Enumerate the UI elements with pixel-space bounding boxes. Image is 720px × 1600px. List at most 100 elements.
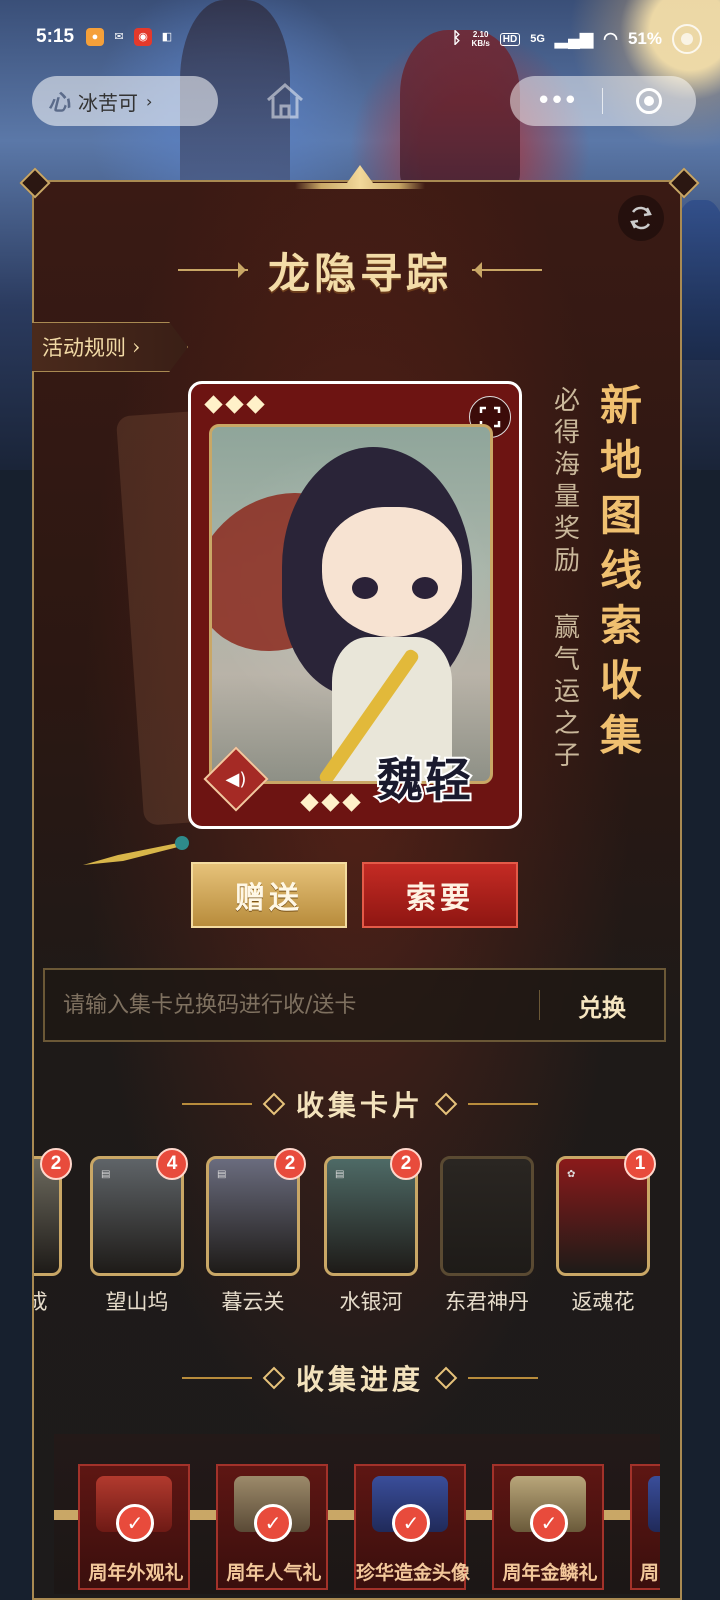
app-notification-icon: ● (86, 28, 104, 46)
progress-rewards: ✓ 周年外观礼 ✓ 周年人气礼 ✓ 珍华造金头像 ✓ 周年金鳞礼 周 (54, 1434, 660, 1594)
close-miniprogram-button[interactable] (603, 88, 695, 114)
checkmark-icon: ✓ (254, 1504, 292, 1542)
title-rule-left (181, 1103, 252, 1105)
card-illustration (209, 424, 493, 784)
account-name: 冰苦可 (78, 90, 139, 115)
reward-label: 周年金鳞礼 (502, 1562, 598, 1584)
net-speed: 2.10 KB/s (472, 30, 490, 48)
checkmark-icon: ✓ (116, 1504, 154, 1542)
reward-label: 周年人气礼 (226, 1562, 322, 1584)
reward-item[interactable]: 周 (630, 1464, 660, 1590)
card-thumbnail-mark: ▤ (335, 1169, 345, 1180)
card-name: 水银河 (339, 1290, 403, 1314)
refresh-button[interactable] (618, 195, 664, 241)
progress-section-title: 收集进度 (180, 1358, 540, 1398)
title-arrow-right (472, 262, 542, 278)
game-controller-icon: ◧ (161, 31, 173, 43)
status-indicators: ᛒ 2.10 KB/s HD 5G ▂▄▆ ◠ 51% (452, 24, 702, 54)
battery-icon (672, 24, 702, 54)
app-logo-icon: 心 (48, 91, 71, 116)
redeem-code-bar: 兑换 (43, 968, 666, 1042)
card-name: 暮云关 (221, 1290, 285, 1314)
event-title-row: 龙隐寻踪 (150, 240, 570, 300)
card-count-badge: 4 (156, 1148, 188, 1180)
hd-badge: HD (499, 32, 521, 46)
reward-label: 珍华造金头像 (356, 1562, 471, 1584)
title-arrow-left (177, 262, 248, 278)
title-diamond-icon (434, 1366, 458, 1390)
reward-item[interactable]: ✓ 珍华造金头像 (354, 1464, 471, 1590)
tassel-ornament (83, 836, 189, 865)
diamond-icon (300, 793, 319, 812)
checkmark-icon: ✓ (530, 1504, 568, 1542)
card-name: 返魂花 (571, 1290, 635, 1314)
activity-rules-button[interactable]: 活动规则 › (32, 322, 188, 372)
checkmark-icon: ✓ (392, 1504, 430, 1542)
character-face (322, 507, 462, 637)
diamond-icon (342, 793, 361, 812)
battery-percent: 51% (627, 29, 662, 48)
card-count-badge: 2 (390, 1148, 422, 1180)
character-card[interactable]: ◀) 魏轻 (188, 381, 522, 829)
card-thumbnail-mark: ▤ (217, 1169, 227, 1180)
card-rarity-top (204, 395, 265, 414)
status-time: 5:15 (36, 26, 75, 47)
character-name: 魏轻 (375, 751, 473, 809)
title-rule-left (181, 1377, 252, 1379)
close-target-icon (636, 88, 662, 114)
reward-item[interactable]: ✓ 周年人气礼 (216, 1464, 328, 1590)
title-rule-right (468, 1103, 538, 1105)
reward-label: 周年外观礼 (88, 1562, 184, 1584)
home-icon[interactable] (262, 78, 308, 124)
card-thumbnail-mark: ▤ (101, 1169, 111, 1180)
title-diamond-icon (262, 1366, 286, 1390)
net-speed-value: 2.10 (472, 30, 489, 39)
capsule-menu: ••• (510, 76, 696, 126)
card-count-badge: 1 (624, 1148, 656, 1180)
diamond-icon (204, 395, 223, 414)
chest-icon (648, 1476, 660, 1532)
double-chevron-right-icon: › (132, 335, 141, 359)
character-eye-right (412, 577, 438, 599)
redeem-button[interactable]: 兑换 (540, 988, 664, 1023)
card-count-badge: 2 (40, 1148, 72, 1180)
reward-label: 周 (640, 1562, 660, 1584)
side-headline: 新地图线索收集 (599, 381, 642, 760)
progress-title: 收集进度 (295, 1363, 424, 1396)
diamond-icon (246, 395, 265, 414)
signal-icon: ▂▄▆ (554, 29, 594, 48)
redeem-code-input[interactable] (45, 969, 539, 1041)
chevron-right-icon: › (146, 91, 153, 111)
card-rarity-bottom (300, 793, 361, 812)
gift-card-button[interactable]: 赠送 (191, 862, 347, 928)
net-speed-unit: KB/s (471, 39, 490, 48)
status-bar: 5:15 ● ✉ ◉ ◧ ᛒ 2.10 KB/s HD 5G ▂▄▆ ◠ 51% (0, 0, 720, 76)
wifi-icon: ◠ (603, 29, 618, 48)
bluetooth-icon: ᛒ (451, 30, 462, 47)
side-line-1: 必得海量奖励 (553, 386, 580, 576)
network-type: 5G (530, 33, 545, 45)
card-name: 东君神丹 (445, 1290, 529, 1314)
title-diamond-icon (434, 1092, 458, 1116)
speaker-icon: ◀) (225, 768, 247, 790)
request-card-button[interactable]: 索要 (362, 862, 518, 928)
event-title: 龙隐寻踪 (267, 248, 452, 298)
reward-item[interactable]: ✓ 周年金鳞礼 (492, 1464, 604, 1590)
miniprogram-account-pill[interactable]: 心 冰苦可 › (32, 76, 218, 126)
collection-section-title: 收集卡片 (180, 1084, 540, 1124)
notification-icons: ● ✉ ◉ ◧ (86, 28, 176, 46)
card-name: 望山坞 (105, 1290, 169, 1314)
refresh-icon (630, 206, 652, 230)
wechat-icon: ✉ (114, 31, 124, 43)
diamond-icon (225, 395, 244, 414)
more-menu-button[interactable]: ••• (510, 76, 602, 126)
reward-item[interactable]: ✓ 周年外观礼 (78, 1464, 190, 1590)
title-rule-right (468, 1377, 538, 1379)
diamond-icon (321, 793, 340, 812)
collection-card-list: ▤ 2 成 ▤ 4 望山坞 ▤ 2 暮云关 ▤ 2 水银河 东君神丹 ✿ 1 返… (34, 1148, 660, 1328)
collection-card-locked[interactable] (440, 1156, 534, 1276)
weibo-icon: ◉ (134, 28, 152, 46)
card-thumbnail-mark: ✿ (567, 1169, 576, 1180)
side-line-2: 赢气运之子 (553, 613, 580, 771)
collection-title: 收集卡片 (295, 1089, 424, 1122)
